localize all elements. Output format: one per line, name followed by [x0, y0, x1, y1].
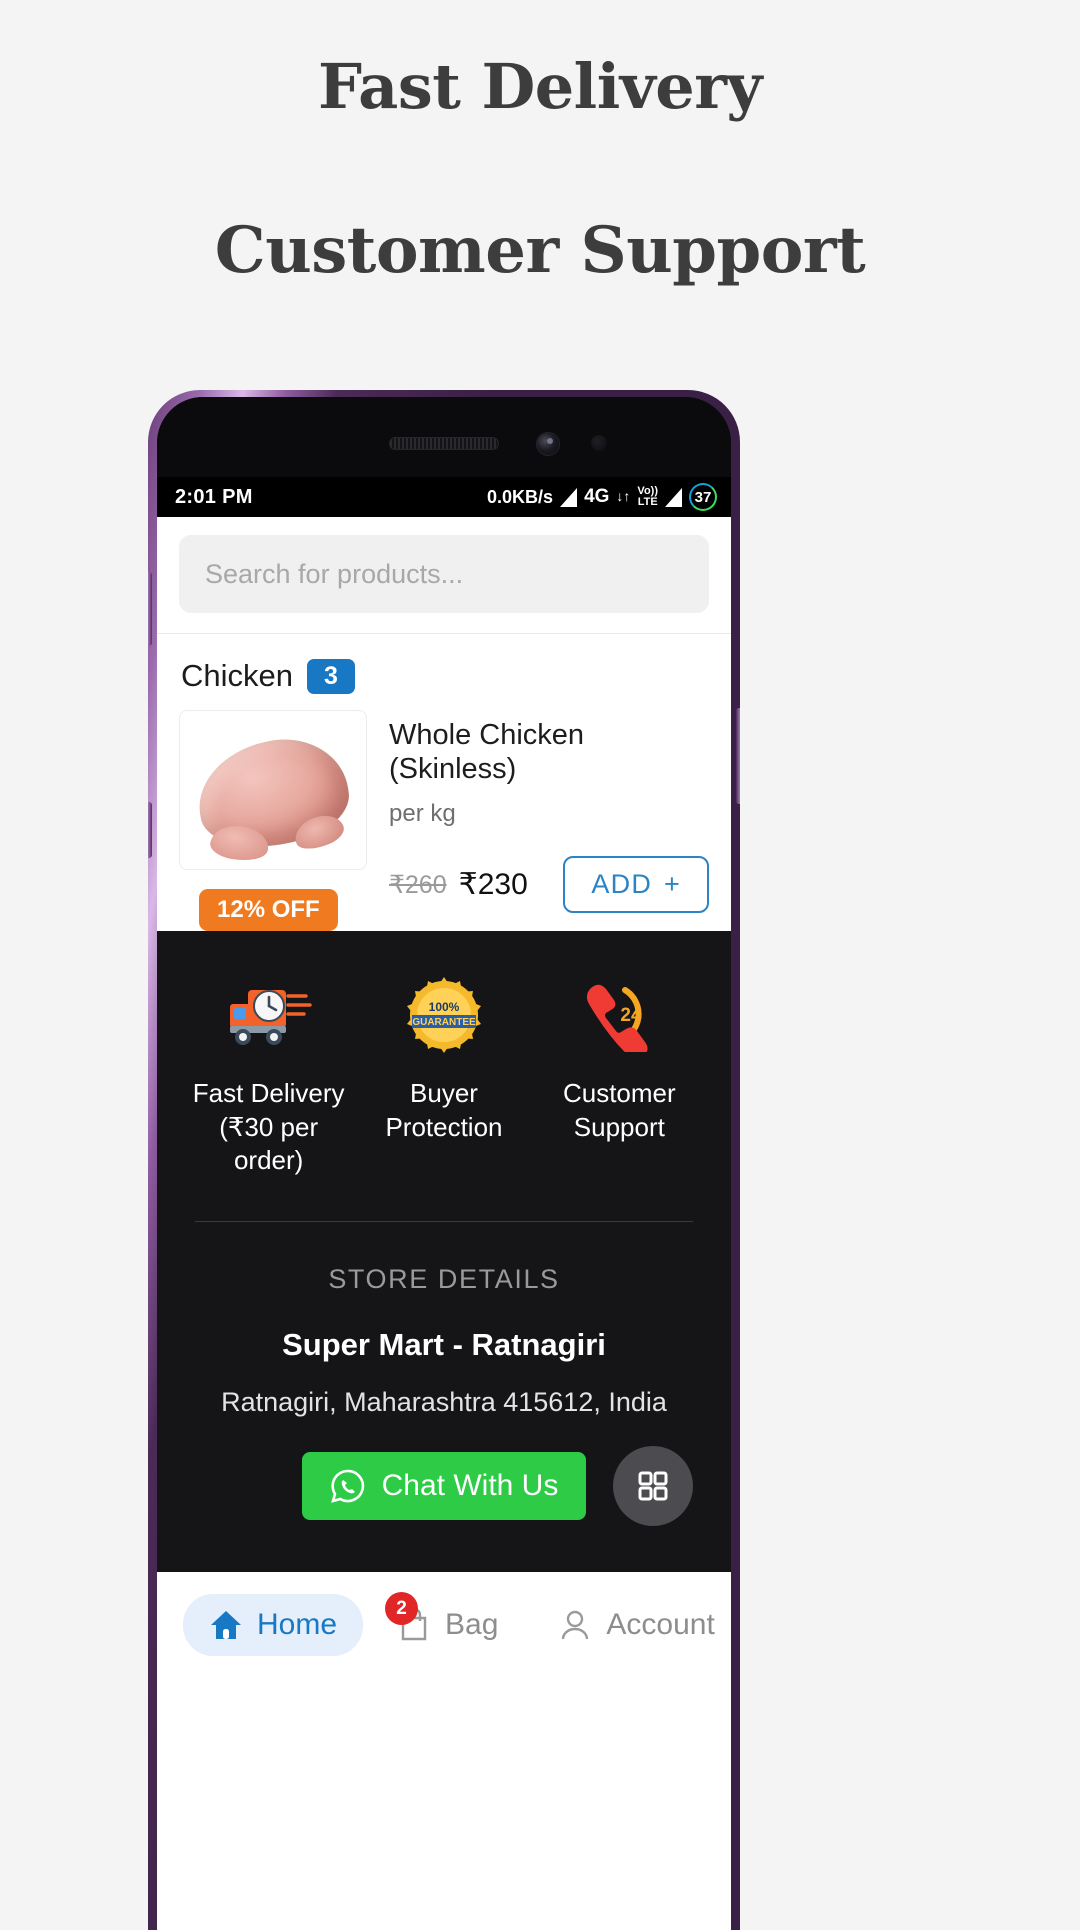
feature-buyer-protection: 100% GUARANTEE Buyer Protection [358, 975, 530, 1144]
store-name: Super Mart - Ratnagiri [282, 1327, 606, 1363]
product-title: Whole Chicken (Skinless) [389, 719, 585, 786]
data-transfer-arrows-icon: ↓↑ [616, 488, 631, 505]
category-name: Chicken [181, 658, 293, 693]
guarantee-badge-icon: 100% GUARANTEE [358, 975, 530, 1055]
feature-label: Fast Delivery (₹30 per order) [192, 1078, 345, 1175]
bottom-navigation: Home 2 Bag Account [157, 1572, 731, 1657]
svg-text:100%: 100% [429, 1000, 460, 1014]
grid-icon [638, 1471, 668, 1501]
store-details-heading: STORE DETAILS [328, 1264, 560, 1295]
proximity-sensor-icon [591, 435, 607, 451]
search-box[interactable] [179, 535, 709, 613]
product-row[interactable]: 12% OFF Whole Chicken (Skinless) per kg … [157, 702, 731, 932]
front-camera-icon [537, 433, 559, 455]
svg-text:24: 24 [621, 1005, 643, 1026]
phone-bixby-button[interactable] [148, 802, 152, 858]
phone-mockup: 2:01 PM 0.0KB/s 4G ↓↑ Vo)) LTE 37 Search… [148, 390, 740, 1930]
nav-item-home[interactable]: Home [183, 1594, 364, 1657]
whatsapp-icon [330, 1469, 364, 1504]
search-section [157, 517, 731, 634]
app-screen: Chicken 3 12% OFF Whole Chicken (Skinles… [157, 517, 731, 1930]
network-speed-text: 0.0KB/s [487, 486, 554, 507]
section-divider [195, 1221, 693, 1223]
nav-item-account[interactable]: Account [532, 1594, 731, 1656]
discount-badge: 12% OFF [199, 889, 338, 932]
product-unit: per kg [389, 800, 456, 828]
signal-strength-icon-1 [560, 487, 578, 507]
volte-bottom-text: LTE [637, 496, 658, 508]
person-icon [562, 1611, 589, 1640]
phone-body: 2:01 PM 0.0KB/s 4G ↓↑ Vo)) LTE 37 Search… [148, 390, 740, 1930]
signal-strength-icon-2 [665, 487, 682, 507]
price-current: ₹230 [458, 868, 528, 902]
product-image-wrap: 12% OFF [179, 710, 367, 932]
product-image [179, 710, 367, 870]
footer-dark-section: Fast Delivery (₹30 per order) 100% GUARA… [157, 931, 731, 1573]
promo-headings: Fast Delivery Customer Support [0, 0, 1080, 284]
nav-item-bag[interactable]: 2 Bag [371, 1592, 524, 1656]
home-icon [211, 1611, 241, 1640]
category-header: Chicken 3 [157, 634, 731, 702]
add-button-label: ADD [591, 869, 653, 900]
status-icons-group: 0.0KB/s 4G ↓↑ Vo)) LTE 37 [487, 483, 717, 511]
status-time: 2:01 PM [175, 485, 253, 508]
category-count-badge: 3 [307, 658, 355, 694]
phone-power-button[interactable] [736, 708, 740, 804]
phone-volume-up-button[interactable] [148, 572, 152, 646]
status-bar: 2:01 PM 0.0KB/s 4G ↓↑ Vo)) LTE 37 [157, 477, 731, 517]
feature-customer-support: 24 Customer Support [533, 975, 705, 1144]
battery-icon: 37 [689, 483, 717, 511]
chat-row: Chat With Us [181, 1446, 707, 1527]
features-row: Fast Delivery (₹30 per order) 100% GUARA… [181, 975, 707, 1177]
whole-chicken-photo [191, 731, 355, 856]
promo-heading-1: Fast Delivery [318, 50, 762, 123]
earpiece-speaker-icon [389, 437, 499, 450]
plus-icon: + [664, 869, 681, 900]
nav-label-home: Home [257, 1608, 338, 1642]
camera-lens-dot-icon [547, 438, 553, 444]
price-original: ₹260 [389, 870, 447, 899]
delivery-truck-icon [183, 975, 355, 1055]
chat-with-us-button[interactable]: Chat With Us [301, 1452, 587, 1521]
feature-label: Buyer Protection [385, 1078, 503, 1142]
feature-fast-delivery: Fast Delivery (₹30 per order) [183, 975, 355, 1177]
nav-label-account: Account [606, 1608, 715, 1642]
search-input[interactable] [205, 558, 683, 590]
svg-text:GUARANTEE: GUARANTEE [412, 1017, 476, 1028]
feature-label: Customer Support [562, 1078, 676, 1142]
chat-button-label: Chat With Us [381, 1469, 559, 1503]
network-type-text: 4G [584, 486, 610, 507]
promo-heading-2: Customer Support [214, 213, 866, 289]
phone-top-bezel [157, 397, 731, 477]
grid-menu-fab[interactable] [613, 1446, 693, 1527]
volte-icon: Vo)) LTE [637, 486, 658, 508]
price-row: ₹260 ₹230 ADD + [389, 856, 709, 914]
add-to-cart-button[interactable]: ADD + [563, 856, 709, 914]
phone-screen-area: 2:01 PM 0.0KB/s 4G ↓↑ Vo)) LTE 37 Search… [157, 397, 731, 1930]
product-info: Whole Chicken (Skinless) per kg ₹260 ₹23… [389, 710, 709, 914]
store-address: Ratnagiri, Maharashtra 415612, India [221, 1387, 667, 1418]
support-phone-24-icon: 24 [533, 975, 705, 1055]
nav-label-bag: Bag [445, 1608, 499, 1642]
dark-bottom-spacer [181, 1520, 707, 1572]
